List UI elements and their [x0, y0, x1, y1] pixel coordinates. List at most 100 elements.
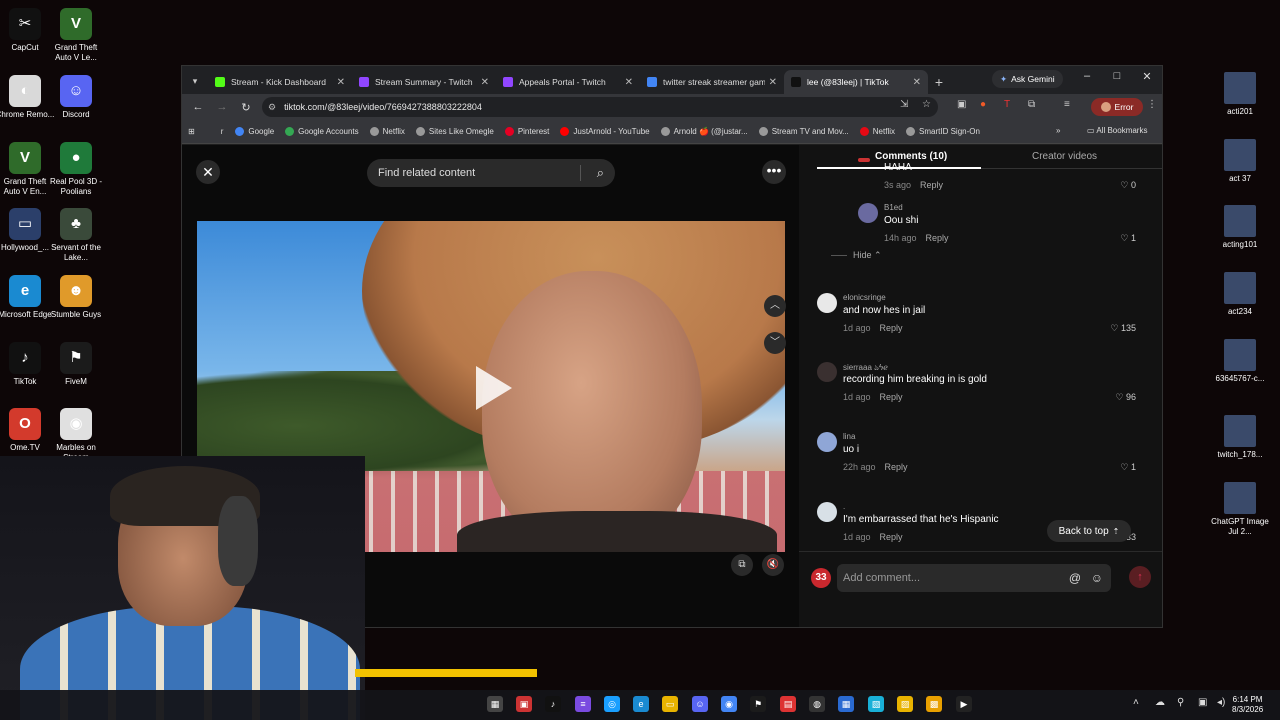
desktop-icon[interactable]: ☺ Discord — [46, 75, 106, 120]
bookmark-item[interactable]: Stream TV and Mov... — [758, 127, 849, 136]
bookmark-item[interactable]: Google Accounts — [285, 127, 359, 136]
taskbar-app-icon-2[interactable]: ≡ — [575, 696, 591, 712]
desktop-icon[interactable]: ● Real Pool 3D - Poolians — [46, 142, 106, 197]
play-icon[interactable] — [476, 366, 512, 410]
install-app-icon[interactable]: ⇲ — [900, 99, 908, 110]
address-bar[interactable]: ⚙ tiktok.com/@83leej/video/7669427388803… — [262, 97, 938, 117]
reply-button[interactable]: Reply — [920, 180, 943, 190]
close-tab-icon[interactable]: ✕ — [337, 77, 345, 88]
desktop-icon[interactable]: act234 — [1210, 272, 1270, 317]
desktop-icon[interactable]: ◉Marbles on Stream — [46, 408, 106, 463]
new-tab-button[interactable]: + — [928, 70, 950, 94]
close-tab-icon[interactable]: ✕ — [769, 77, 777, 88]
taskbar-fivem-icon[interactable]: ⚑ — [750, 696, 766, 712]
browser-tab[interactable]: twitter streak streamer gam ✕ — [640, 70, 784, 94]
bookmark-star-icon[interactable]: ☆ — [922, 99, 931, 110]
browser-tab[interactable]: Stream Summary - Twitch ✕ — [352, 70, 496, 94]
taskbar-task-view-icon[interactable]: ▦ — [487, 696, 503, 712]
desktop-icon[interactable]: ChatGPT Image Jul 2... — [1210, 482, 1270, 537]
desktop-icon[interactable]: ♣ Servant of the Lake... — [46, 208, 106, 263]
extension-3-icon[interactable]: T — [1004, 99, 1010, 110]
taskbar-steam-icon[interactable]: ◎ — [604, 696, 620, 712]
reply-button[interactable]: Reply — [885, 462, 908, 472]
bookmark-item[interactable]: SmartID Sign-On — [906, 127, 980, 136]
find-related-search[interactable]: Find related content ⌕ — [367, 159, 615, 187]
taskbar-clock[interactable]: 6:14 PM 8/3/2026 — [1232, 695, 1263, 715]
taskbar-tiktok-icon[interactable]: ♪ — [545, 696, 561, 712]
desktop-icon[interactable]: acti201 — [1210, 72, 1270, 117]
mention-icon[interactable]: @ — [1069, 564, 1081, 592]
bookmarks-overflow-icon[interactable]: » — [1056, 126, 1060, 135]
like-count[interactable]: ♡ 1 — [1120, 233, 1136, 244]
close-window-button[interactable]: ✕ — [1137, 70, 1157, 83]
browser-tab[interactable]: lee (@83leej) | TikTok ✕ — [784, 70, 928, 94]
tab-comments[interactable]: Comments (10) — [875, 151, 947, 162]
like-count[interactable]: ♡ 1 — [1120, 462, 1136, 473]
tray-cloud-icon[interactable]: ☁ — [1155, 697, 1165, 708]
tray-network-icon[interactable]: ▣ — [1198, 697, 1207, 708]
taskbar-discord-icon[interactable]: ☺ — [692, 696, 708, 712]
commenter-avatar[interactable] — [817, 502, 837, 522]
commenter-username[interactable]: . — [843, 502, 845, 511]
commenter-username[interactable]: B1ed — [884, 203, 903, 212]
more-options-icon[interactable]: ••• — [762, 160, 786, 184]
close-video-button[interactable]: ✕ — [196, 160, 220, 184]
desktop-icon[interactable]: ☻ Stumble Guys — [46, 275, 106, 320]
bookmark-item[interactable]: Netflix — [859, 127, 895, 136]
reply-button[interactable]: Reply — [880, 532, 903, 542]
taskbar-media-icon[interactable]: ▶ — [956, 696, 972, 712]
maximize-button[interactable]: □ — [1107, 70, 1127, 82]
close-tab-icon[interactable]: ✕ — [913, 77, 921, 88]
bookmark-item[interactable]: Google — [235, 127, 274, 136]
ask-gemini-button[interactable]: ✦ Ask Gemini — [992, 70, 1063, 88]
reply-button[interactable]: Reply — [926, 233, 949, 243]
back-to-top-button[interactable]: Back to top ⇡ — [1047, 520, 1131, 542]
tray-volume-icon[interactable]: ◂) — [1217, 697, 1225, 708]
like-count[interactable]: ♡ 0 — [1120, 180, 1136, 191]
like-count[interactable]: ♡ 96 — [1115, 392, 1136, 403]
commenter-username[interactable]: lina — [843, 432, 855, 441]
like-count[interactable]: ♡ 135 — [1110, 323, 1136, 334]
desktop-icon[interactable]: ⚑ FiveM — [46, 342, 106, 387]
desktop-icon[interactable]: 63645767-c... — [1210, 339, 1270, 384]
site-info-icon[interactable]: ⚙ — [268, 102, 276, 113]
taskbar-app-icon-7[interactable]: ▩ — [926, 696, 942, 712]
desktop-icon[interactable]: twitch_178... — [1210, 415, 1270, 460]
reload-icon[interactable]: ↻ — [234, 101, 258, 114]
mute-icon[interactable]: 🔇 — [762, 554, 784, 576]
taskbar-app-icon-6[interactable]: ▨ — [897, 696, 913, 712]
close-tab-icon[interactable]: ✕ — [481, 77, 489, 88]
desktop-icon[interactable]: act 37 — [1210, 139, 1270, 184]
all-bookmarks[interactable]: ▭ All Bookmarks — [1087, 126, 1147, 135]
add-comment-input[interactable]: Add comment... @ ☺ — [837, 564, 1111, 592]
extensions-puzzle-icon[interactable]: ⧉ — [1028, 99, 1035, 110]
reply-button[interactable]: Reply — [880, 392, 903, 402]
close-tab-icon[interactable]: ✕ — [625, 77, 633, 88]
commenter-avatar[interactable] — [817, 293, 837, 313]
search-icon[interactable]: ⌕ — [597, 165, 604, 181]
emoji-icon[interactable]: ☺ — [1091, 564, 1103, 592]
taskbar-obs-icon[interactable]: ◍ — [809, 696, 825, 712]
bookmark-item[interactable]: Pinterest — [504, 127, 549, 136]
commenter-username[interactable]: elonicsringe — [843, 293, 886, 302]
bookmark-item[interactable]: Netflix — [369, 127, 405, 136]
desktop-icon[interactable]: acting101 — [1210, 205, 1270, 250]
tab-groups-icon[interactable]: ≡ — [1064, 99, 1070, 110]
taskbar-app-icon-4[interactable]: ▦ — [838, 696, 854, 712]
desktop-icon[interactable]: V Grand Theft Auto V Le... — [46, 8, 106, 63]
extension-2-icon[interactable]: ● — [980, 99, 986, 110]
tray-overflow-icon[interactable]: ˄ — [1133, 697, 1139, 708]
previous-video-icon[interactable]: ︿ — [764, 295, 786, 317]
bookmark-item[interactable]: Arnold 🍎 (@justar... — [660, 127, 748, 136]
taskbar-app-icon-5[interactable]: ▧ — [868, 696, 884, 712]
taskbar-explorer-icon[interactable]: ▭ — [662, 696, 678, 712]
extension-1-icon[interactable]: ▣ — [957, 99, 966, 110]
commenter-avatar[interactable] — [817, 362, 837, 382]
browser-tab[interactable]: Appeals Portal - Twitch ✕ — [496, 70, 640, 94]
profile-error-button[interactable]: Error — [1091, 98, 1143, 116]
back-arrow-icon[interactable]: ← — [186, 101, 210, 113]
taskbar-chrome-icon[interactable]: ◉ — [721, 696, 737, 712]
apps-grid-icon[interactable]: ⊞ — [188, 127, 195, 136]
bookmark-item[interactable]: JustArnold - YouTube — [560, 127, 650, 136]
next-video-icon[interactable]: ﹀ — [764, 332, 786, 354]
